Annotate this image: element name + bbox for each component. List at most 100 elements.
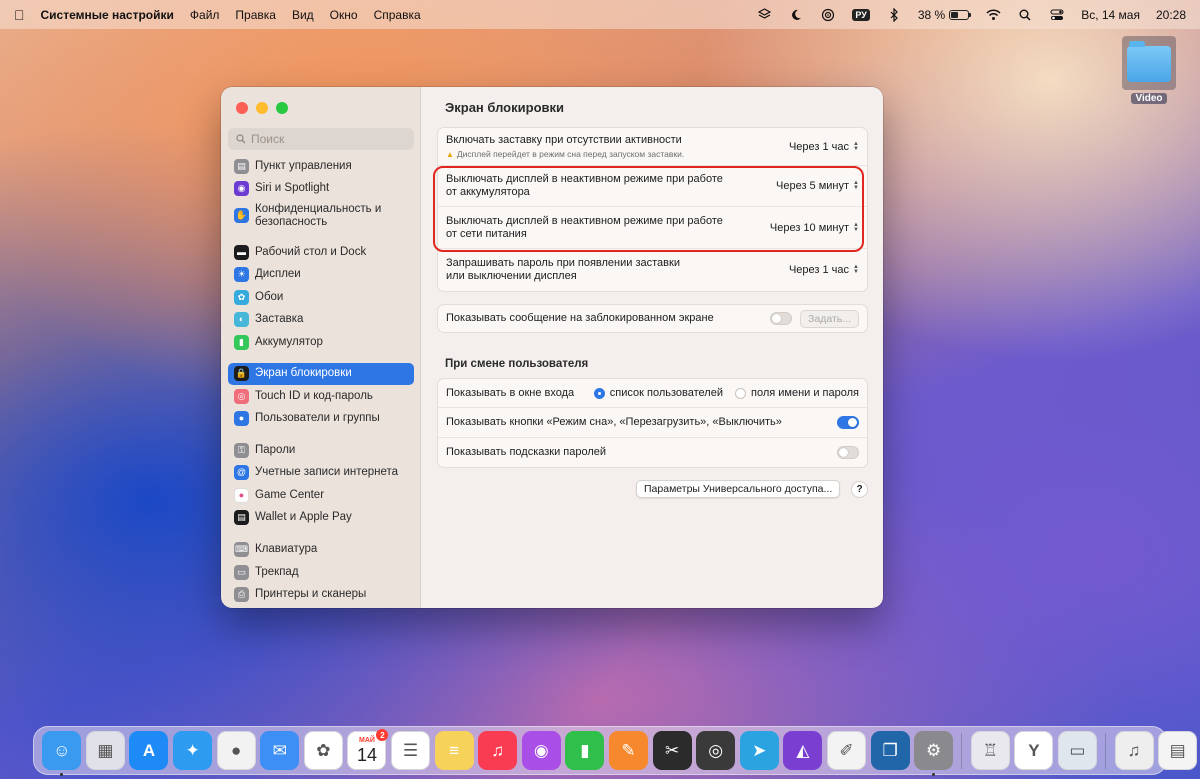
sidebar-item[interactable]: ✋ Конфиденциальность и безопасность [228, 200, 414, 232]
lock-message-label: Показывать сообщение на заблокированном … [446, 312, 714, 324]
menu-help[interactable]: Справка [374, 8, 421, 22]
launchpad-icon[interactable]: ▦ [85, 731, 125, 770]
password-hints-toggle[interactable] [837, 446, 859, 459]
radio-user-list[interactable]: список пользователей [593, 387, 723, 399]
sidebar-item[interactable]: 🔒 Экран блокировки [228, 362, 414, 386]
sidebar-item[interactable]: ⌨ Клавиатура [228, 538, 414, 560]
sidebar-item[interactable]: ▭ Трекпад [228, 561, 414, 583]
help-button[interactable]: ? [851, 481, 868, 498]
notes-icon[interactable]: ≡ [434, 731, 474, 770]
menu-view[interactable]: Вид [292, 8, 314, 22]
menu-window[interactable]: Окно [330, 8, 358, 22]
sidebar-item[interactable]: ● Пользователи и группы [228, 408, 414, 430]
podcasts-icon[interactable]: ◉ [521, 731, 561, 770]
chrome-icon[interactable]: ● [216, 731, 256, 770]
safari-icon[interactable]: ✦ [173, 731, 213, 770]
screensaver-popup[interactable]: Через 1 час ▲ ▼ [789, 141, 859, 153]
final-cut-icon[interactable]: ✂ [652, 731, 692, 770]
music-file-stack-icon[interactable]: ♫ [1114, 731, 1154, 770]
airplay-audio-icon[interactable] [820, 7, 836, 23]
reminders-icon[interactable]: ☰ [391, 731, 431, 770]
sidebar: Поиск ▤ Пункт управления ◉ Siri и Spotlight… [221, 87, 421, 608]
input-source-badge[interactable]: РУ [852, 8, 870, 21]
menubar-time[interactable]: 20:28 [1156, 8, 1186, 22]
printer-icon: ⎙ [234, 586, 249, 602]
battery-status[interactable]: 38 % [918, 8, 972, 22]
running-indicator [932, 773, 936, 776]
sidebar-item-label: Touch ID и код-пароль [255, 389, 373, 402]
music-icon[interactable]: ♫ [478, 731, 518, 770]
preview-icon[interactable]: ❐ [870, 731, 910, 770]
telegram-icon[interactable]: ➤ [739, 731, 779, 770]
user-switch-section-title: При смене пользователя [445, 358, 589, 370]
timeouts-group: Включать заставку при отсутствии активно… [437, 127, 868, 292]
show-buttons-toggle[interactable] [837, 416, 859, 429]
menubar-date[interactable]: Вс, 14 мая [1081, 8, 1140, 22]
minimize-button[interactable] [256, 102, 268, 114]
system-settings-icon[interactable]: ⚙ [914, 731, 954, 776]
at-icon: @ [234, 465, 249, 481]
sidebar-item[interactable]: ◐ Заставка [228, 308, 414, 330]
zoom-button[interactable] [276, 102, 288, 114]
display-power-popup[interactable]: Через 10 минут ▲ ▼ [770, 222, 859, 234]
folder-icon [1122, 36, 1176, 90]
mail-icon[interactable]: ✉ [260, 731, 300, 770]
sidebar-item[interactable]: ⎙ Принтеры и сканеры [228, 583, 414, 605]
bluetooth-icon[interactable] [886, 7, 902, 23]
radio-name-password[interactable]: поля имени и пароля [734, 387, 859, 399]
sidebar-item[interactable]: ☀ Дисплеи [228, 264, 414, 286]
privacy-hand-icon: ✋ [234, 208, 249, 224]
radio-dot [734, 387, 746, 399]
set-message-button[interactable]: Задать... [800, 309, 859, 328]
lock-message-toggle[interactable] [770, 312, 793, 325]
popup-chevron-icon: ▲ ▼ [853, 221, 859, 233]
desktop-folder-video[interactable]: Video [1120, 36, 1178, 104]
close-button[interactable] [236, 102, 248, 114]
display-battery-popup[interactable]: Через 5 минут ▲ ▼ [776, 180, 859, 192]
menu-edit[interactable]: Правка [235, 8, 276, 22]
control-center-toggle-icon[interactable] [1049, 7, 1065, 23]
yandex-browser-icon[interactable]: Y [1014, 731, 1054, 770]
automator-icon[interactable]: ♖ [970, 731, 1010, 770]
status-area: РУ 38 % Вс, 14 мая 20:28 [756, 7, 1186, 23]
search-field[interactable]: Поиск [228, 128, 414, 150]
sidebar-item[interactable]: ⚿ Пароли [228, 439, 414, 461]
finder-icon[interactable]: ☺ [42, 731, 82, 776]
downloads-stack-icon[interactable]: ▤ [1158, 731, 1198, 770]
focus-moon-icon[interactable] [788, 7, 804, 23]
menu-file[interactable]: Файл [190, 8, 220, 22]
dock: ☺▦A✦●✉✿МАЙ142☰≡♫◉▮✎✂◎➤◭✐❐⚙♖Y▭♫▤🗑 [33, 726, 1198, 776]
calendar-icon[interactable]: МАЙ 14 2 [347, 729, 389, 770]
running-indicator [60, 773, 64, 776]
sidebar-item[interactable]: ▮ Аккумулятор [228, 331, 414, 353]
require-password-popup[interactable]: Через 1 час ▲ ▼ [789, 264, 859, 276]
photos-icon[interactable]: ✿ [303, 731, 343, 770]
spotlight-search-icon[interactable] [1017, 7, 1033, 23]
app-store-icon[interactable]: A [129, 731, 169, 770]
sidebar-item-label: Обои [255, 290, 284, 303]
sidebar-item[interactable]: ◎ Touch ID и код-пароль [228, 385, 414, 407]
apple-menu-icon[interactable]:  [14, 7, 25, 23]
numbers-icon[interactable]: ▮ [565, 731, 605, 770]
pages-icon[interactable]: ✎ [609, 731, 649, 770]
siri-icon: ◉ [234, 181, 249, 197]
sidebar-item-label: Wallet и Apple Pay [255, 511, 352, 524]
sidebar-item[interactable]: ▬ Рабочий стол и Dock [228, 241, 414, 263]
wifi-icon[interactable] [985, 7, 1001, 23]
battery-icon: ▮ [234, 334, 249, 350]
sidebar-item[interactable]: ✿ Обои [228, 286, 414, 308]
menu-app-name[interactable]: Системные настройки [41, 8, 174, 22]
sidebar-item[interactable]: ▤ Пункт управления [228, 155, 414, 177]
dvd-player-icon[interactable]: ◎ [696, 731, 736, 770]
screen-sharing-icon[interactable]: ▭ [1057, 731, 1097, 770]
sidebar-item[interactable]: ◉ Siri и Spotlight [228, 177, 414, 199]
affinity-designer-icon[interactable]: ✐ [826, 731, 866, 770]
sidebar-item[interactable]: ▤ Wallet и Apple Pay [228, 507, 414, 529]
sidebar-item[interactable]: ● Game Center [228, 484, 414, 506]
sidebar-item[interactable]: @ Учетные записи интернета [228, 462, 414, 484]
accessibility-options-button[interactable]: Параметры Универсального доступа... [636, 480, 841, 498]
sidebar-item-label: Рабочий стол и Dock [255, 245, 367, 258]
affinity-photo-icon[interactable]: ◭ [783, 731, 823, 770]
layers-icon[interactable] [756, 7, 772, 23]
